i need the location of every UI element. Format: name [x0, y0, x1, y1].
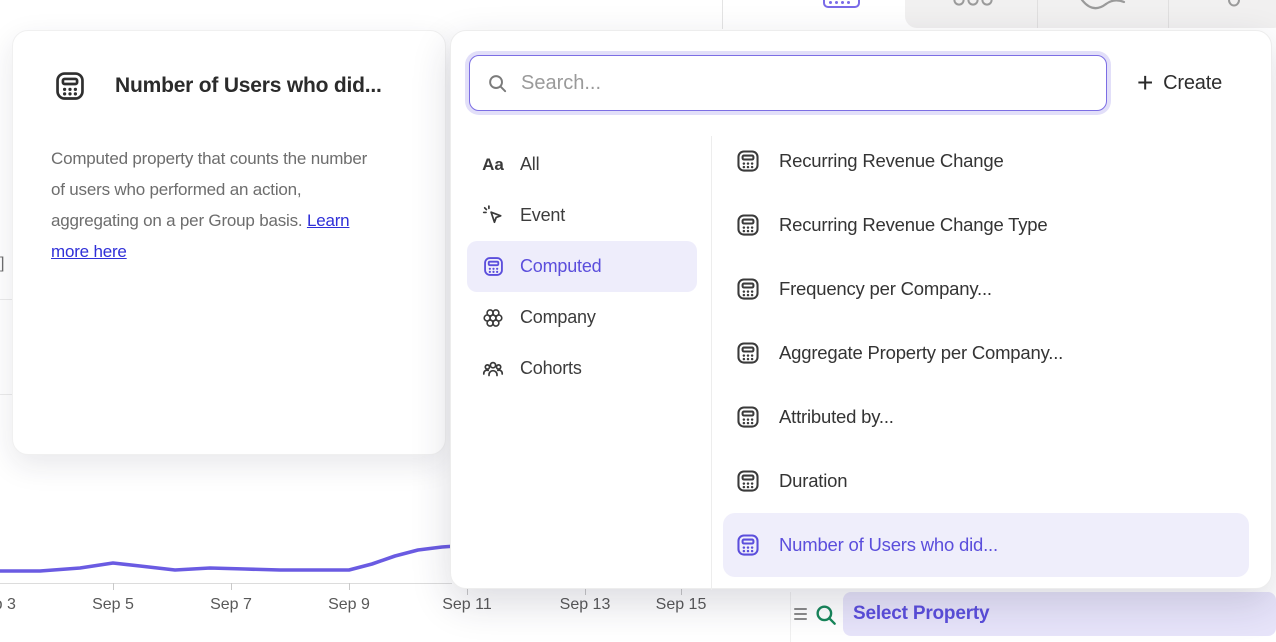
property-item[interactable]: Duration	[723, 449, 1249, 513]
category-cohorts[interactable]: Cohorts	[467, 343, 697, 394]
property-item[interactable]: Attributed by...	[723, 385, 1249, 449]
circle-cluster-icon	[481, 306, 505, 330]
calculator-icon	[481, 255, 505, 279]
axis-tick	[467, 589, 468, 595]
calculator-icon	[53, 69, 87, 103]
trend-line-chart	[0, 538, 460, 588]
x-axis-label: Sep 9	[309, 596, 389, 614]
category-event[interactable]: Event	[467, 190, 697, 241]
property-item-selected[interactable]: Number of Users who did...	[723, 513, 1249, 577]
property-picker-panel: + Create Aa All Event	[450, 30, 1272, 589]
calculator-icon	[735, 276, 761, 302]
tab-separator	[1037, 0, 1038, 28]
funnel-tab-icon[interactable]	[1227, 0, 1241, 9]
property-item[interactable]: Recurring Revenue Change Type	[723, 193, 1249, 257]
property-item[interactable]: Aggregate Property per Company...	[723, 321, 1249, 385]
category-computed[interactable]: Computed	[467, 241, 697, 292]
calculator-icon	[735, 340, 761, 366]
bar-chart-tab-icon[interactable]	[953, 0, 993, 8]
property-info-tooltip: Number of Users who did... Computed prop…	[12, 30, 446, 455]
calculator-icon	[735, 468, 761, 494]
retention-curve-tab-icon[interactable]	[1080, 0, 1126, 13]
property-item[interactable]: Frequency per Company...	[723, 257, 1249, 321]
truncated-background-text: ]	[0, 255, 4, 273]
category-list: Aa All Event	[467, 139, 697, 394]
tooltip-description: Computed property that counts the number…	[51, 143, 373, 267]
calculator-icon	[735, 148, 761, 174]
calculator-icon	[735, 404, 761, 430]
property-search-icon	[813, 602, 839, 628]
create-button[interactable]: + Create	[1137, 67, 1222, 99]
category-company[interactable]: Company	[467, 292, 697, 343]
tooltip-title: Number of Users who did...	[115, 74, 382, 98]
axis-tick	[349, 583, 350, 590]
calculator-icon	[735, 212, 761, 238]
search-input[interactable]	[521, 72, 1106, 95]
x-axis-label: Sep 15	[641, 596, 721, 614]
text-format-icon: Aa	[481, 153, 505, 177]
category-all[interactable]: Aa All	[467, 139, 697, 190]
axis-tick	[585, 589, 586, 595]
property-item[interactable]: Recurring Revenue Change	[723, 129, 1249, 193]
tab-separator	[1168, 0, 1169, 28]
x-axis-label: Sep 3	[0, 596, 35, 614]
plus-icon: +	[1137, 68, 1153, 98]
cursor-sparkle-icon	[481, 204, 505, 228]
search-field[interactable]	[469, 55, 1107, 111]
topbar-divider	[722, 0, 723, 29]
panel-edge	[790, 592, 791, 642]
axis-tick	[113, 583, 114, 590]
property-list: Recurring Revenue Change Recurring Reven…	[723, 129, 1249, 577]
x-axis-label: Sep 5	[73, 596, 153, 614]
search-icon	[486, 72, 509, 95]
select-property-button[interactable]: Select Property	[843, 592, 1276, 636]
axis-tick	[681, 589, 682, 595]
x-axis-label: Sep 7	[191, 596, 271, 614]
panel-divider	[711, 136, 712, 590]
x-axis-label: Sep 13	[545, 596, 625, 614]
chart-x-axis	[0, 583, 452, 584]
people-group-icon	[481, 357, 505, 381]
app-screen: Sep 3 Sep 5 Sep 7 Sep 9 Sep 11 Sep 13 Se…	[0, 0, 1276, 642]
x-axis-label: Sep 11	[427, 596, 507, 614]
drag-handle-icon[interactable]	[794, 608, 807, 620]
active-tab-trend-icon[interactable]	[823, 0, 860, 8]
axis-tick	[231, 583, 232, 590]
calculator-icon	[735, 532, 761, 558]
